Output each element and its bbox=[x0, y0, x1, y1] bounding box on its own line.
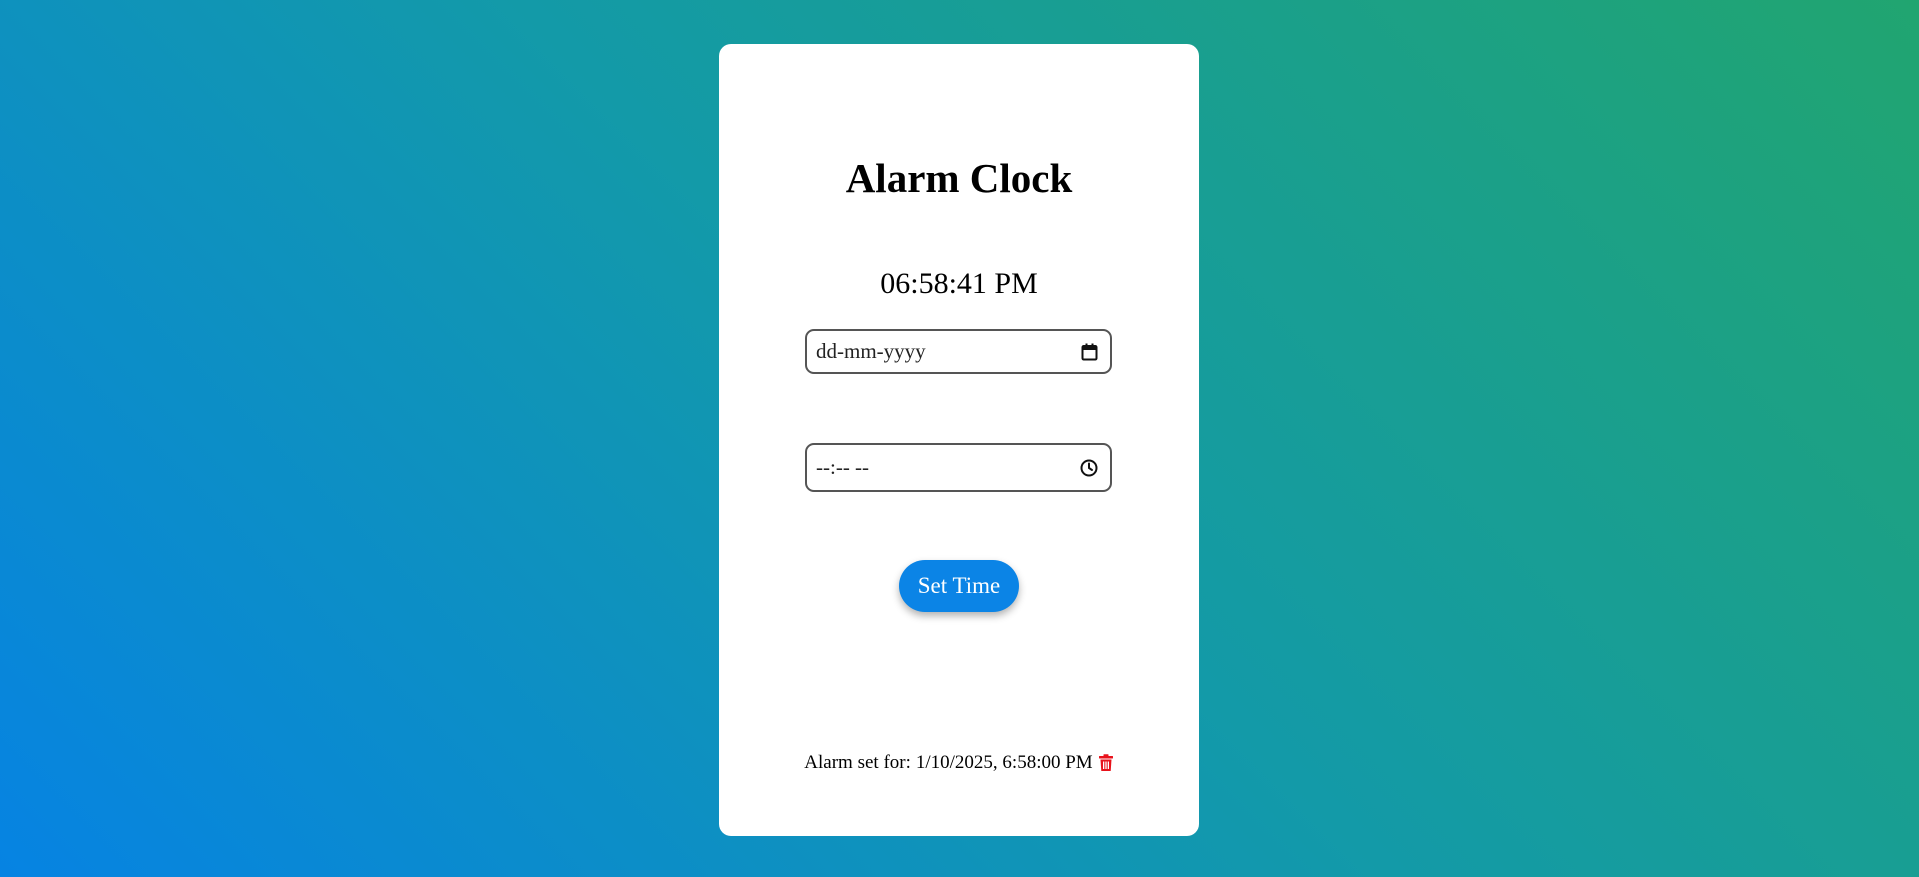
set-time-button[interactable]: Set Time bbox=[899, 560, 1019, 612]
time-input-placeholder: --:-- -- bbox=[816, 455, 870, 479]
trash-icon[interactable] bbox=[1098, 754, 1114, 772]
alarm-card: Alarm Clock 06:58:41 PM dd-mm-yyyy --:--… bbox=[719, 44, 1199, 836]
clock-icon[interactable] bbox=[1079, 458, 1099, 478]
alarm-label: Alarm set for: bbox=[804, 752, 911, 773]
alarm-status: Alarm set for: 1/10/2025, 6:58:00 PM bbox=[719, 752, 1199, 774]
calendar-icon[interactable] bbox=[1079, 342, 1099, 362]
date-input[interactable]: dd-mm-yyyy bbox=[805, 329, 1112, 374]
alarm-value: 1/10/2025, 6:58:00 PM bbox=[915, 752, 1093, 773]
current-time-display: 06:58:41 PM bbox=[880, 267, 1038, 300]
time-input[interactable]: --:-- -- bbox=[805, 443, 1112, 492]
page-title: Alarm Clock bbox=[845, 155, 1073, 201]
date-input-placeholder: dd-mm-yyyy bbox=[816, 339, 926, 363]
